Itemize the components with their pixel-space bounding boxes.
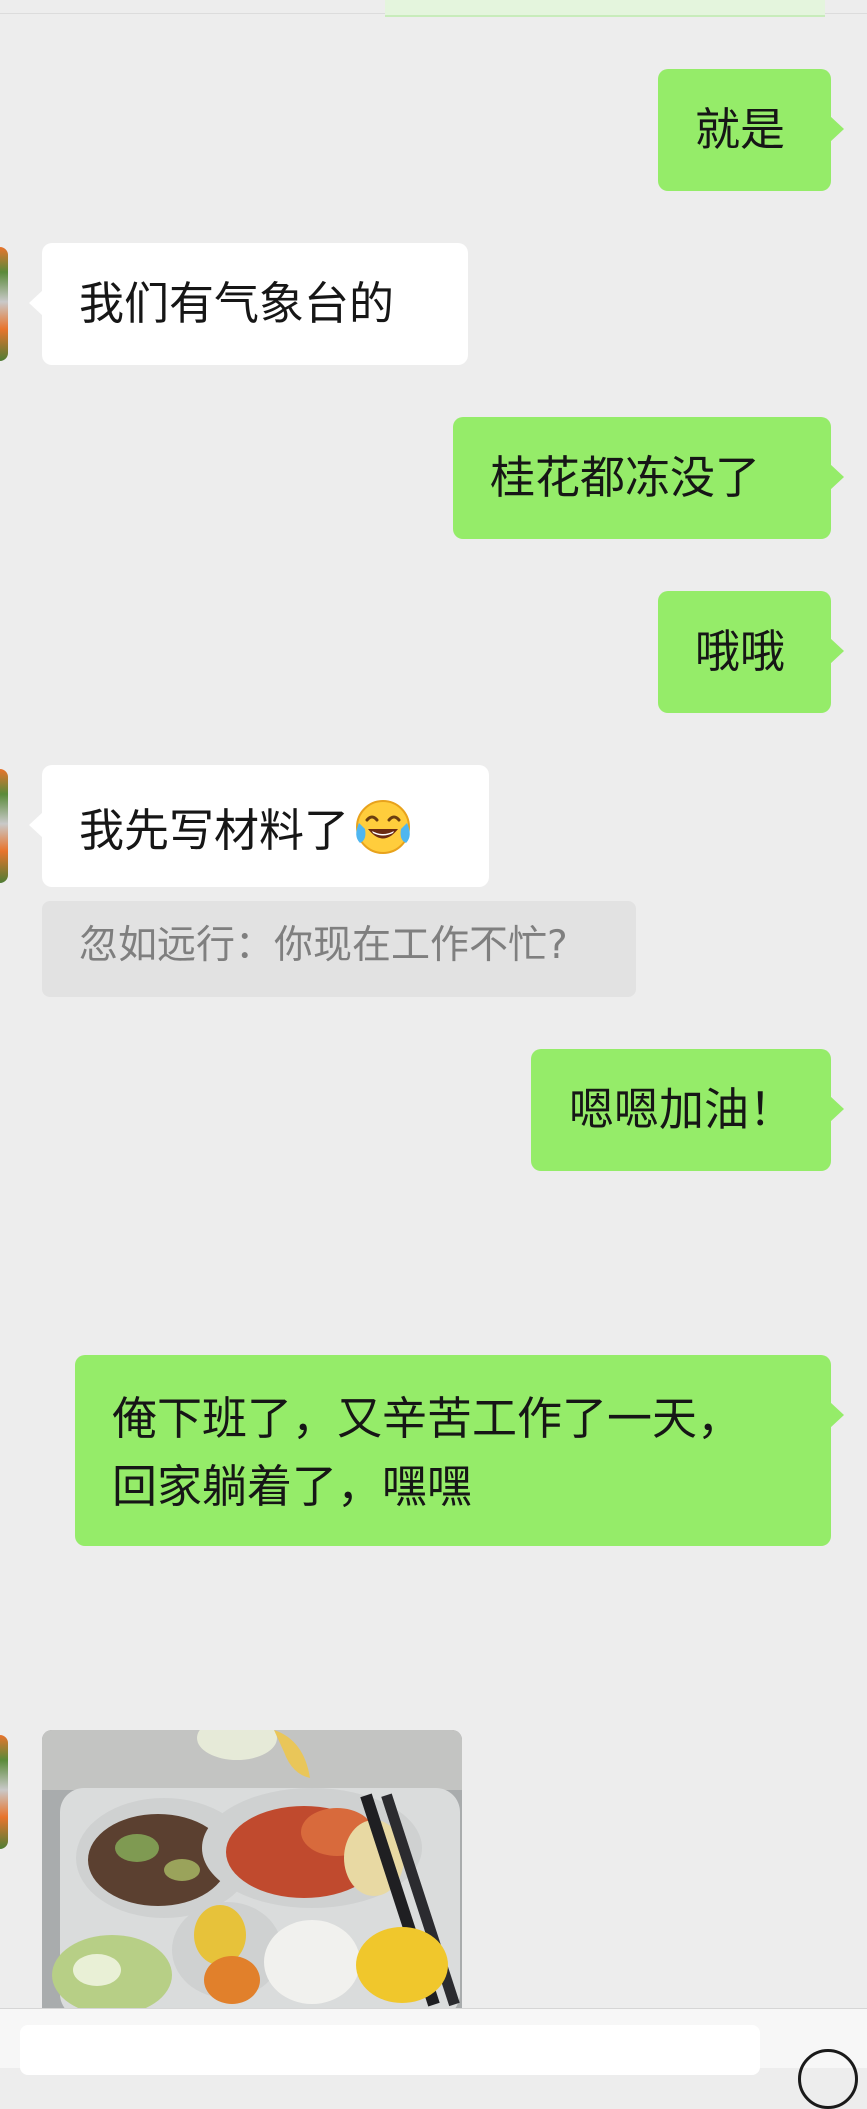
quoted-reply-text: 忽如远行：你现在工作不忙? <box>79 923 568 968</box>
message-bubble-sent[interactable]: 就是 <box>658 69 844 191</box>
contact-avatar[interactable] <box>0 1735 8 1849</box>
message-bubble-sent[interactable]: 桂花都冻没了 <box>453 417 844 539</box>
message-text: 哦哦 <box>695 625 786 678</box>
message-bubble-sent[interactable]: 哦哦 <box>658 591 844 713</box>
contact-avatar[interactable] <box>0 247 8 361</box>
message-bubble-sent[interactable]: 俺下班了，又辛苦工作了一天， 回家躺着了，嘿嘿 <box>75 1355 844 1546</box>
quoted-reply[interactable]: 忽如远行：你现在工作不忙? <box>42 901 636 997</box>
message-text: 我先写材料了 <box>79 804 350 857</box>
message-bubble-received[interactable]: 我先写材料了 <box>29 765 489 887</box>
input-bar <box>0 2008 867 2109</box>
message-bubble-received[interactable]: 我们有气象台的 <box>29 243 468 365</box>
message-input[interactable] <box>20 2025 760 2075</box>
message-text: 我们有气象台的 <box>79 277 395 330</box>
top-divider <box>0 0 867 17</box>
message-text: 嗯嗯加油！ <box>569 1083 795 1136</box>
message-text-line-1: 俺下班了，又辛苦工作了一天， <box>112 1392 743 1445</box>
message-text-line-2: 回家躺着了，嘿嘿 <box>112 1460 473 1513</box>
message-text: 就是 <box>695 103 786 156</box>
previous-bubble-edge <box>385 0 825 17</box>
message-bubble-sent[interactable]: 嗯嗯加油！ <box>531 1049 844 1171</box>
tears-of-joy-emoji-icon <box>353 796 413 856</box>
contact-avatar[interactable] <box>0 769 8 883</box>
circle-button-icon[interactable] <box>798 2049 858 2109</box>
message-text: 桂花都冻没了 <box>490 451 761 504</box>
food-tray-photo[interactable] <box>42 1730 462 2008</box>
